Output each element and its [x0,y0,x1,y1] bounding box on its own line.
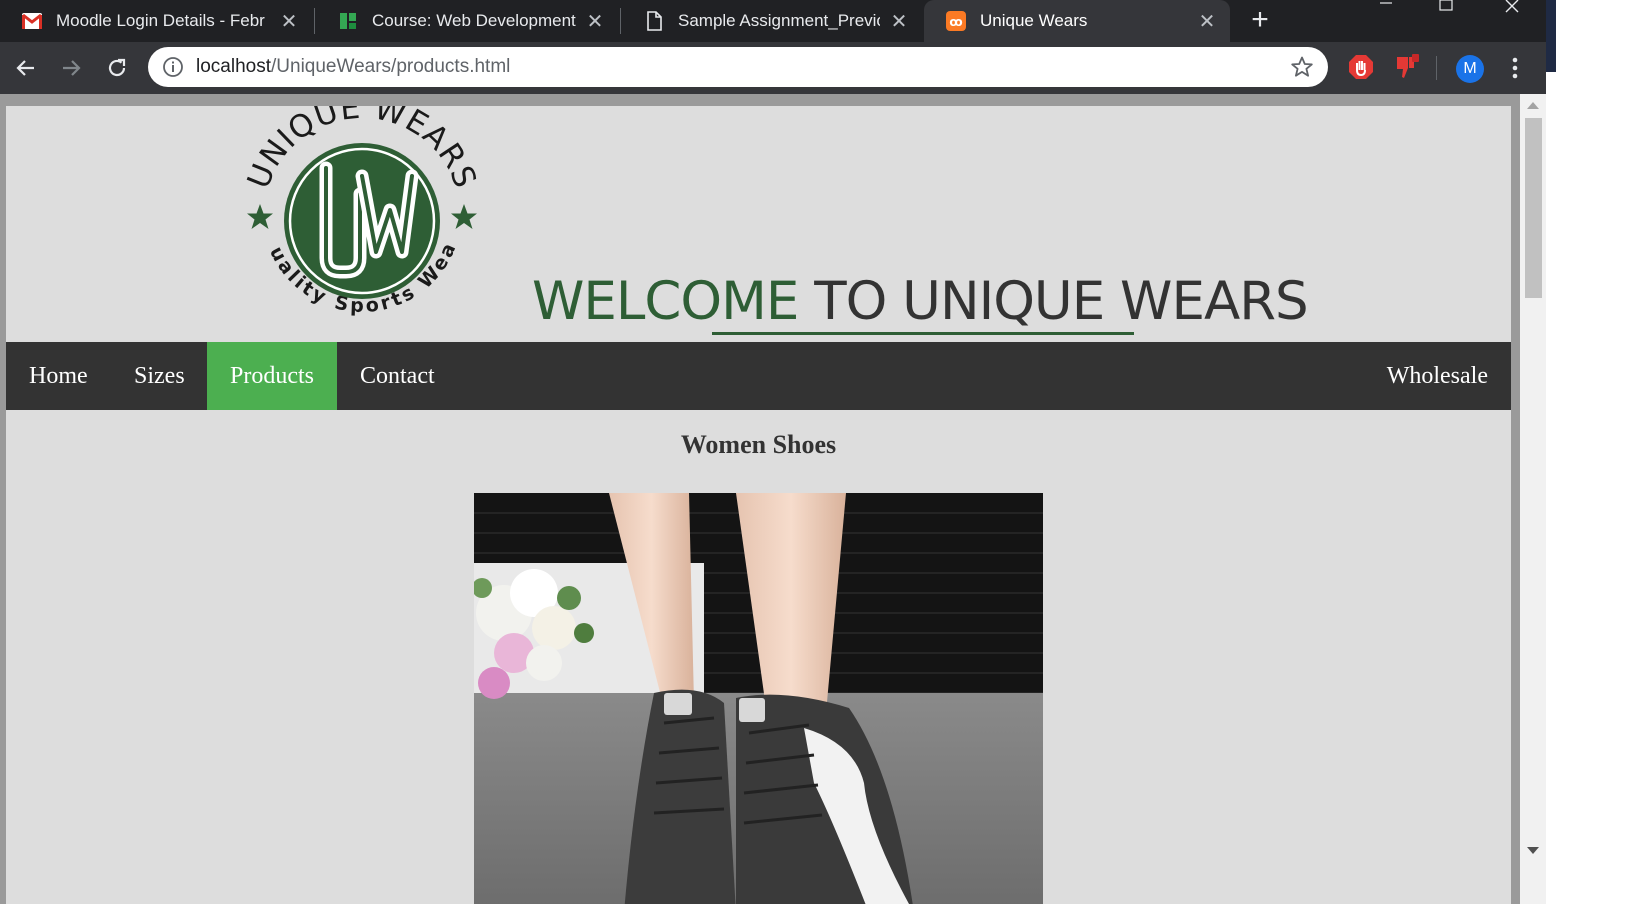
section-title: Women Shoes [680,430,837,459]
reload-icon [108,58,126,77]
toolbar-divider [1436,56,1437,80]
welcome-rest: TO UNIQUE WEARS [798,271,1308,332]
welcome-highlight: WELCOME [532,271,799,332]
maximize-button[interactable] [1416,0,1476,22]
tab-title: Moodle Login Details - Febr [56,11,265,30]
forward-button[interactable] [53,50,89,86]
xampp-icon: ꝏ [946,11,966,31]
tab-unique-wears[interactable]: ꝏ Unique Wears ✕ [924,0,1230,42]
close-icon[interactable]: ✕ [584,9,606,34]
tab-course-web-development[interactable]: Course: Web Development - ✕ [316,0,618,42]
info-icon[interactable] [162,56,184,83]
tab-title: Sample Assignment_Previou [678,11,880,30]
profile-avatar[interactable]: M [1456,55,1484,83]
thumbs-down-extension-icon[interactable] [1394,54,1420,85]
logo-star-right [451,204,477,229]
arrow-right-icon [63,60,81,76]
tab-title: Course: Web Development - [372,11,576,30]
url-text[interactable]: localhost/UniqueWears/products.html [196,47,510,87]
document-icon [644,11,664,31]
scroll-down-arrow-icon[interactable] [1527,847,1539,854]
desktop-edge-bar [1546,0,1556,72]
gmail-icon [22,11,42,31]
page-scrollbar[interactable] [1520,94,1546,904]
menu-dots-icon[interactable] [1500,52,1530,84]
url-path: /UniqueWears/products.html [271,56,511,77]
tab-title: Unique Wears [980,11,1088,30]
welcome-underline [712,332,1134,335]
product-photo [474,493,1043,904]
nav-home[interactable]: Home [6,342,111,410]
new-tab-button[interactable]: + [1246,4,1274,38]
logo-star-left [247,204,273,229]
tab-separator [314,8,315,34]
scroll-thumb[interactable] [1525,118,1542,298]
address-bar[interactable]: localhost/UniqueWears/products.html [148,47,1328,87]
nav-products[interactable]: Products [207,342,337,410]
adblock-extension-icon[interactable] [1348,54,1374,85]
tab-moodle-login[interactable]: Moodle Login Details - Febr ✕ [0,0,312,42]
close-window-button[interactable] [1482,0,1542,22]
nav-contact[interactable]: Contact [337,342,458,410]
desktop-background-edge [1546,0,1652,904]
browser-toolbar: localhost/UniqueWears/products.html M [0,42,1652,94]
scroll-up-arrow-icon[interactable] [1527,102,1539,109]
minimize-button[interactable] [1356,0,1416,22]
tab-separator [620,8,621,34]
nav-wholesale[interactable]: Wholesale [1364,342,1511,410]
svg-text:ꝏ: ꝏ [949,15,962,29]
arrow-left-icon [16,60,34,76]
tab-sample-assignment[interactable]: Sample Assignment_Previou ✕ [622,0,922,42]
nav-sizes[interactable]: Sizes [111,342,208,410]
product-image[interactable] [474,493,1043,904]
unique-wears-logo[interactable]: UNIQUE WEARS Quality Sports Wear [242,106,482,334]
star-icon[interactable] [1290,55,1314,84]
reload-button[interactable] [99,50,135,86]
close-icon[interactable]: ✕ [1196,9,1218,34]
page-viewport: UNIQUE WEARS Quality Sports Wear WELCOME… [0,94,1546,904]
moodle-icon [338,11,358,31]
tab-strip: Moodle Login Details - Febr ✕ Course: We… [0,0,1652,42]
welcome-heading: WELCOME TO UNIQUE WEARS [532,270,1309,334]
url-host: localhost [196,56,271,77]
close-icon[interactable]: ✕ [888,9,910,34]
site-navbar: Home Sizes Products Contact Wholesale [6,342,1511,410]
site-header: UNIQUE WEARS Quality Sports Wear WELCOME… [6,106,1511,342]
close-icon[interactable]: ✕ [278,9,300,34]
website-page: UNIQUE WEARS Quality Sports Wear WELCOME… [6,106,1511,904]
back-button[interactable] [8,50,44,86]
